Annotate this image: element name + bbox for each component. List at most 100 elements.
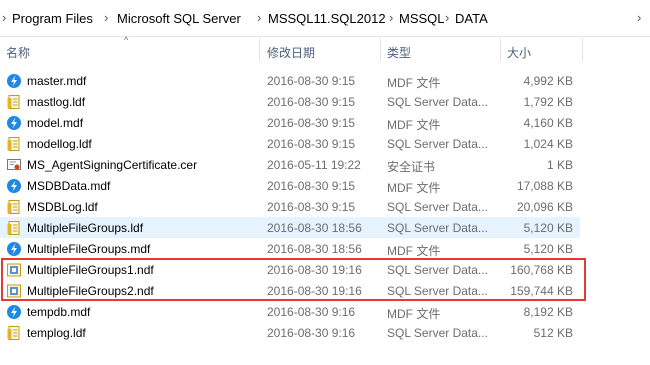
breadcrumb-instance[interactable]: MSSQL11.SQL2012 (268, 11, 386, 26)
file-row[interactable]: MultipleFileGroups.mdf 2016-08-30 18:56 MD… (0, 238, 580, 259)
file-size: 1 KB (546, 158, 573, 172)
column-divider[interactable] (500, 38, 501, 62)
file-date: 2016-08-30 9:15 (267, 95, 356, 109)
file-date: 2016-08-30 19:16 (267, 263, 362, 277)
column-header-name[interactable]: 名称 (6, 44, 30, 61)
column-header-date[interactable]: 修改日期 (267, 44, 315, 61)
column-divider[interactable] (582, 38, 583, 62)
file-name: MS_AgentSigningCertificate.cer (27, 158, 198, 172)
sort-ascending-icon: ^ (124, 35, 129, 45)
file-size: 4,160 KB (523, 116, 573, 130)
breadcrumb-sql-server[interactable]: Microsoft SQL Server (117, 11, 241, 26)
ndf-file-icon (6, 262, 22, 278)
breadcrumb-program-files[interactable]: Program Files (12, 11, 93, 26)
chevron-right-icon[interactable]: › (445, 10, 449, 25)
file-name: tempdb.mdf (27, 305, 91, 319)
file-row[interactable]: modellog.ldf 2016-08-30 9:15 SQL Server Da… (0, 133, 580, 154)
file-name: MSDBLog.ldf (27, 200, 98, 214)
file-date: 2016-08-30 18:56 (267, 221, 362, 235)
breadcrumb-data[interactable]: DATA (455, 11, 488, 26)
column-header-type[interactable]: 类型 (387, 44, 411, 61)
file-name: master.mdf (27, 74, 87, 88)
file-name: MultipleFileGroups2.ndf (27, 284, 154, 298)
file-date: 2016-08-30 9:16 (267, 326, 356, 340)
file-name: MultipleFileGroups1.ndf (27, 263, 154, 277)
file-type: SQL Server Data... (387, 95, 488, 109)
file-type: SQL Server Data... (387, 263, 488, 277)
ldf-file-icon (6, 325, 22, 341)
file-type: MDF 文件 (387, 76, 441, 90)
file-row[interactable]: MultipleFileGroups.ldf 2016-08-30 18:56 SQ… (0, 217, 580, 238)
file-size: 4,992 KB (523, 74, 573, 88)
file-row[interactable]: model.mdf 2016-08-30 9:15 MDF 文件 4,160 KB (0, 112, 580, 133)
ndf-file-icon (6, 283, 22, 299)
file-date: 2016-08-30 9:15 (267, 74, 356, 88)
file-row[interactable]: MultipleFileGroups1.ndf 2016-08-30 19:16 S… (0, 259, 580, 280)
breadcrumb: › Program Files › Microsoft SQL Server ›… (0, 0, 650, 37)
file-size: 512 KB (533, 326, 573, 340)
file-date: 2016-08-30 9:16 (267, 305, 356, 319)
file-size: 17,088 KB (516, 179, 573, 193)
certificate-icon (6, 157, 22, 173)
column-divider[interactable] (259, 38, 260, 62)
file-date: 2016-08-30 9:15 (267, 179, 356, 193)
file-type: MDF 文件 (387, 181, 441, 195)
column-divider[interactable] (380, 38, 381, 62)
file-size: 8,192 KB (523, 305, 573, 319)
file-row[interactable]: master.mdf 2016-08-30 9:15 MDF 文件 4,992 KB (0, 70, 580, 91)
file-size: 20,096 KB (516, 200, 573, 214)
file-date: 2016-08-30 9:15 (267, 200, 356, 214)
file-size: 5,120 KB (523, 221, 573, 235)
file-size: 159,744 KB (510, 284, 573, 298)
file-size: 5,120 KB (523, 242, 573, 256)
file-row[interactable]: tempdb.mdf 2016-08-30 9:16 MDF 文件 8,192 KB (0, 301, 580, 322)
file-row[interactable]: MSDBData.mdf 2016-08-30 9:15 MDF 文件 17,088 … (0, 175, 580, 196)
sql-data-icon (6, 73, 22, 89)
file-row[interactable]: mastlog.ldf 2016-08-30 9:15 SQL Server Dat… (0, 91, 580, 112)
file-name: MultipleFileGroups.mdf (27, 242, 151, 256)
chevron-right-icon[interactable]: › (257, 10, 261, 25)
file-type: SQL Server Data... (387, 326, 488, 340)
sql-data-icon (6, 178, 22, 194)
file-name: model.mdf (27, 116, 84, 130)
file-type: MDF 文件 (387, 118, 441, 132)
file-name: mastlog.ldf (27, 95, 86, 109)
file-name: modellog.ldf (27, 137, 92, 151)
chevron-right-icon[interactable]: › (2, 10, 6, 25)
file-row[interactable]: MSDBLog.ldf 2016-08-30 9:15 SQL Server Dat… (0, 196, 580, 217)
file-type: SQL Server Data... (387, 200, 488, 214)
ldf-file-icon (6, 94, 22, 110)
file-date: 2016-08-30 19:16 (267, 284, 362, 298)
file-size: 1,792 KB (523, 95, 573, 109)
sql-data-icon (6, 115, 22, 131)
file-date: 2016-08-30 9:15 (267, 116, 356, 130)
file-name: MSDBData.mdf (27, 179, 111, 193)
file-name: MultipleFileGroups.ldf (27, 221, 144, 235)
column-header-size[interactable]: 大小 (507, 44, 531, 61)
sql-data-icon (6, 304, 22, 320)
file-type: SQL Server Data... (387, 221, 488, 235)
chevron-right-icon[interactable]: › (389, 10, 393, 25)
file-type: 安全证书 (387, 160, 436, 174)
file-date: 2016-08-30 9:15 (267, 137, 356, 151)
file-type: MDF 文件 (387, 307, 441, 321)
file-date: 2016-08-30 18:56 (267, 242, 362, 256)
file-size: 1,024 KB (523, 137, 573, 151)
ldf-file-icon (6, 136, 22, 152)
file-type: MDF 文件 (387, 244, 441, 258)
breadcrumb-mssql[interactable]: MSSQL (399, 11, 445, 26)
file-type: SQL Server Data... (387, 284, 488, 298)
column-header-row: ^ 名称 修改日期 类型 大小 (0, 35, 650, 64)
chevron-right-icon[interactable]: › (104, 10, 108, 25)
ldf-file-icon (6, 220, 22, 236)
chevron-right-icon[interactable]: › (637, 10, 641, 25)
ldf-file-icon (6, 199, 22, 215)
sql-data-icon (6, 241, 22, 257)
file-row[interactable]: MS_AgentSigningCertificate.cer 2016-05-11… (0, 154, 580, 175)
file-row[interactable]: MultipleFileGroups2.ndf 2016-08-30 19:16 S… (0, 280, 580, 301)
file-row[interactable]: templog.ldf 2016-08-30 9:16 SQL Server Dat… (0, 322, 580, 343)
file-type: SQL Server Data... (387, 137, 488, 151)
vertical-scrollbar[interactable] (640, 36, 650, 365)
file-name: templog.ldf (27, 326, 86, 340)
file-size: 160,768 KB (510, 263, 573, 277)
